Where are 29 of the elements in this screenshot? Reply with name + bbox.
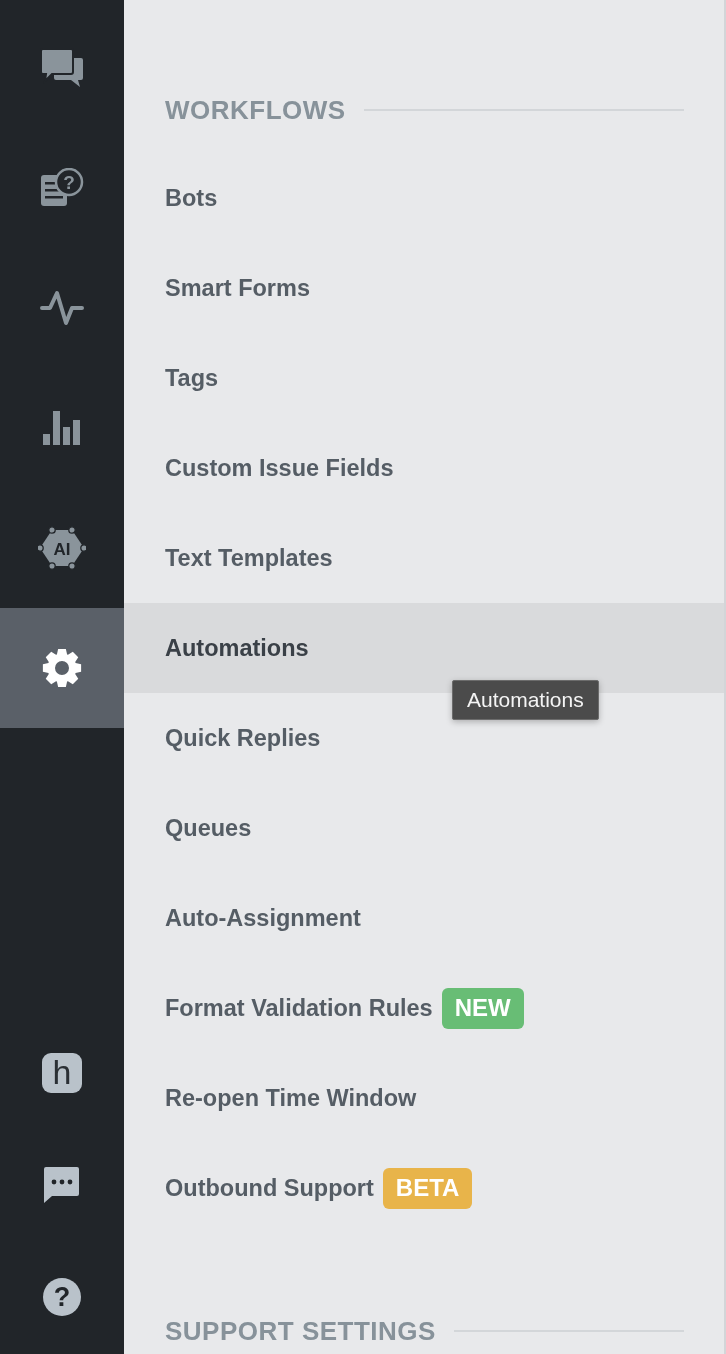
section-heading: SUPPORT SETTINGS — [165, 1315, 436, 1347]
bar-chart-icon — [43, 411, 81, 445]
nav-button[interactable] — [0, 608, 124, 728]
logo-icon: h — [42, 1053, 82, 1093]
nav-button[interactable]: AI — [0, 488, 124, 608]
menu-item[interactable]: Format Validation Rules NEW — [124, 963, 532, 1053]
menu-item[interactable]: Bots — [124, 153, 226, 243]
menu-item[interactable]: Outbound Support BETA — [124, 1143, 481, 1233]
status-badge: BETA — [382, 1167, 473, 1209]
menu-item[interactable]: Automations — [124, 603, 724, 693]
nav-button[interactable]: h — [0, 1017, 124, 1129]
help-icon: ? — [43, 1278, 81, 1316]
menu-item[interactable]: Queues — [124, 783, 260, 873]
tooltip: Automations — [452, 680, 599, 720]
message-dots-icon — [44, 1167, 80, 1203]
menu-item[interactable]: Custom Issue Fields — [124, 423, 402, 513]
pulse-line-icon — [40, 290, 84, 326]
gear-icon — [42, 648, 82, 688]
chat-bubbles-icon — [40, 48, 84, 88]
menu-item[interactable]: Text Templates — [124, 513, 341, 603]
menu-item[interactable]: Auto-Assignment — [124, 873, 369, 963]
status-badge: NEW — [441, 987, 524, 1029]
section-heading: WORKFLOWS — [165, 94, 346, 126]
menu-item[interactable]: Re-open Time Window — [124, 1053, 425, 1143]
nav-button[interactable]: ? — [0, 1241, 124, 1353]
nav-button[interactable]: ? — [0, 128, 124, 248]
menu-item[interactable]: Smart Forms — [124, 243, 318, 333]
menu-item[interactable]: Tags — [124, 333, 227, 423]
menu-item[interactable]: Quick Replies — [124, 693, 329, 783]
